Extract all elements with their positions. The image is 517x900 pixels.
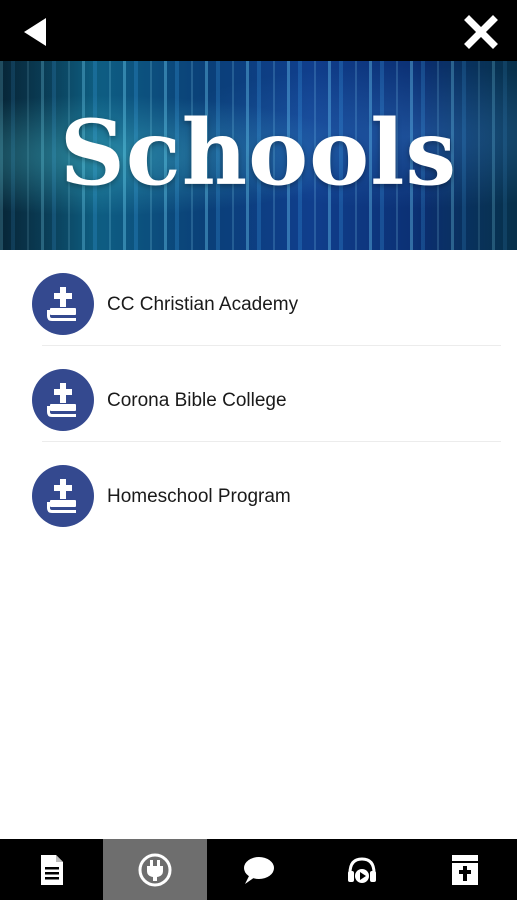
document-icon [40, 854, 63, 885]
list-item-homeschool-program[interactable]: Homeschool Program [0, 442, 517, 538]
close-button[interactable] [461, 12, 501, 52]
bible-cross-icon [32, 369, 94, 431]
bottom-tab-bar [0, 839, 517, 900]
page-title: Schools [59, 100, 458, 206]
tab-bible[interactable] [414, 839, 517, 900]
list-item-cc-christian-academy[interactable]: CC Christian Academy [0, 250, 517, 346]
tab-messages[interactable] [207, 839, 310, 900]
list-item-corona-bible-college[interactable]: Corona Bible College [0, 346, 517, 442]
top-bar [0, 0, 517, 61]
plug-icon [138, 853, 172, 886]
tab-connect[interactable] [103, 839, 207, 900]
back-button[interactable] [22, 12, 62, 52]
bible-cross-icon [32, 273, 94, 335]
back-arrow-icon [24, 18, 46, 46]
schools-list: CC Christian Academy Corona Bible Colleg… [0, 250, 517, 538]
list-item-label: Homeschool Program [107, 486, 291, 507]
tab-documents[interactable] [0, 839, 103, 900]
header-banner: Schools [0, 61, 517, 250]
list-item-label: Corona Bible College [107, 390, 287, 411]
close-icon [464, 15, 498, 49]
bible-icon [452, 854, 479, 885]
chat-bubble-icon [244, 856, 275, 884]
bible-cross-icon [32, 465, 94, 527]
tab-media[interactable] [310, 839, 413, 900]
headphones-play-icon [347, 856, 376, 883]
list-item-label: CC Christian Academy [107, 294, 299, 315]
